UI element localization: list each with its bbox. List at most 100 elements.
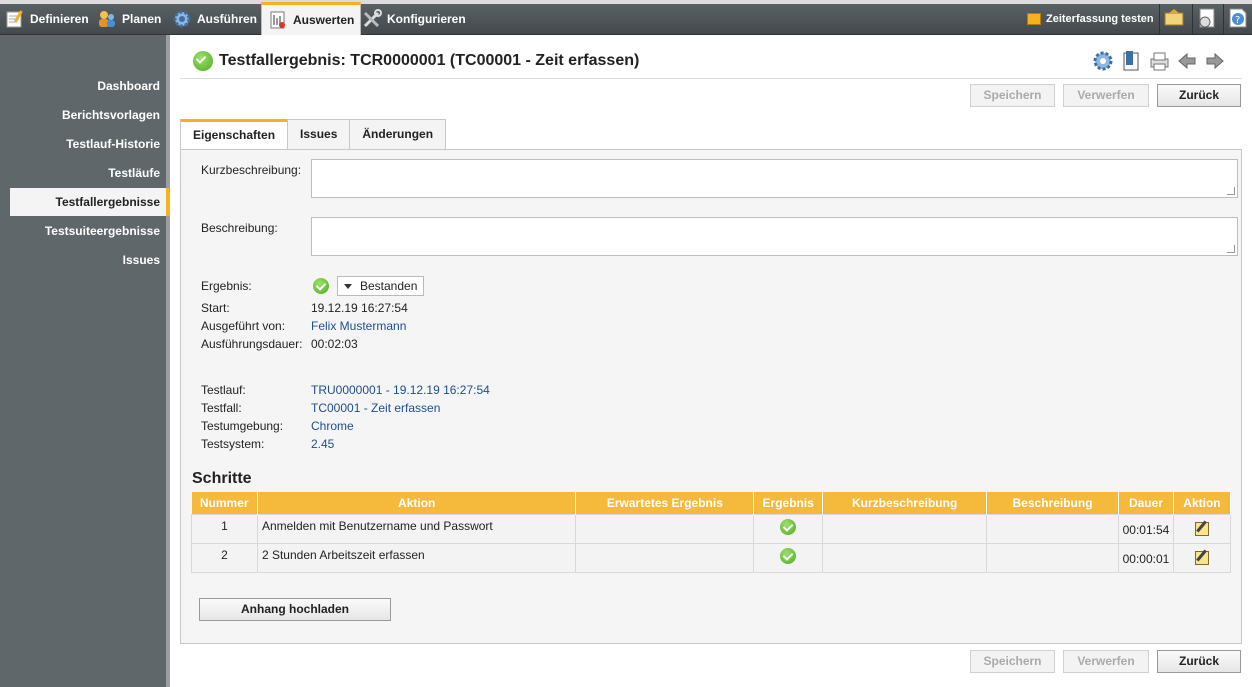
table-header-row: Nummer Aktion Erwartetes Ergebnis Ergebn… (191, 492, 1232, 514)
step-duration: 00:01:54 (1117, 513, 1174, 544)
sidebar-item-testlaeufe[interactable]: Testläufe (10, 159, 166, 187)
arrow-left-icon[interactable] (1176, 50, 1198, 72)
clipboard-icon[interactable] (1120, 50, 1142, 72)
step-number: 1 (191, 513, 258, 544)
resize-handle[interactable] (1227, 245, 1235, 253)
divider (1159, 4, 1160, 34)
tab-issues[interactable]: Issues (287, 119, 351, 149)
edit-icon[interactable] (1194, 550, 1209, 565)
passed-icon (313, 278, 329, 294)
testfall-label: Testfall: (201, 401, 242, 415)
nav-definieren[interactable]: Definieren (5, 4, 89, 34)
nav-planen[interactable]: Planen (97, 4, 161, 34)
step-description (986, 513, 1119, 544)
table-row[interactable]: 2 2 Stunden Arbeitszeit erfassen 00:00:0… (191, 542, 1232, 573)
divider (1192, 4, 1193, 34)
step-duration: 00:00:01 (1117, 542, 1174, 573)
step-number: 2 (191, 542, 258, 573)
discard-button-top[interactable]: Verwerfen (1063, 84, 1149, 107)
column-header[interactable]: Aktion (257, 492, 577, 514)
column-header[interactable]: Aktion (1173, 492, 1232, 514)
ausgefuehrt-link[interactable]: Felix Mustermann (311, 319, 406, 333)
sidebar-item-issues[interactable]: Issues (10, 246, 166, 274)
save-button-bottom[interactable]: Speichern (970, 650, 1055, 673)
sidebar-item-testfallergebnisse[interactable]: Testfallergebnisse (10, 188, 170, 216)
column-header[interactable]: Beschreibung (986, 492, 1119, 514)
column-header[interactable]: Nummer (191, 492, 258, 514)
map-icon (1163, 7, 1185, 32)
steps-table: Nummer Aktion Erwartetes Ergebnis Ergebn… (191, 492, 1232, 573)
resize-handle[interactable] (1227, 187, 1235, 195)
sidebar-item-dashboard[interactable]: Dashboard (10, 72, 166, 100)
report-icon (268, 10, 288, 30)
testfall-link[interactable]: TC00001 - Zeit erfassen (311, 401, 440, 415)
project-icon (1027, 13, 1041, 25)
passed-icon (780, 547, 797, 564)
column-header[interactable]: Dauer (1118, 492, 1174, 514)
step-short-desc (822, 513, 988, 544)
sidebar-item-testsuiteergebnisse[interactable]: Testsuiteergebnisse (10, 217, 166, 245)
kurzbeschreibung-field[interactable] (311, 159, 1238, 198)
sidebar-item-berichtsvorlagen[interactable]: Berichtsvorlagen (10, 101, 166, 129)
passed-icon (780, 518, 797, 535)
kurzbeschreibung-label: Kurzbeschreibung: (201, 163, 302, 177)
edit-icon[interactable] (1194, 521, 1209, 536)
help-icon: ? (1227, 7, 1249, 32)
step-short-desc (822, 542, 988, 573)
testsystem-label: Testsystem: (201, 437, 265, 451)
nav-planen-label: Planen (122, 12, 162, 26)
help-button[interactable]: ? (1227, 4, 1249, 34)
people-icon (97, 9, 117, 29)
nav-auswerten[interactable]: Auswerten (261, 2, 362, 35)
start-label: Start: (201, 301, 230, 315)
back-button-top[interactable]: Zurück (1157, 84, 1241, 107)
sidebar-item-label: Issues (122, 253, 160, 267)
tab-eigenschaften[interactable]: Eigenschaften (180, 119, 289, 150)
tab-aenderungen[interactable]: Änderungen (349, 119, 447, 149)
step-expected (575, 513, 755, 544)
discard-button-bottom[interactable]: Verwerfen (1063, 650, 1149, 673)
column-header[interactable]: Kurzbeschreibung (822, 492, 988, 514)
testsystem-link[interactable]: 2.45 (311, 437, 334, 451)
sidebar-item-label: Dashboard (97, 79, 160, 93)
testumgebung-link[interactable]: Chrome (311, 419, 354, 433)
step-expected (575, 542, 755, 573)
ergebnis-select-value: Bestanden (360, 279, 418, 293)
svg-text:?: ? (1235, 15, 1240, 26)
table-row[interactable]: 1 Anmelden mit Benutzername und Passwort… (191, 513, 1232, 544)
chevron-down-icon (344, 283, 352, 289)
sidebar-item-label: Testfallergebnisse (55, 195, 160, 209)
zeiterfassung-button[interactable]: Zeiterfassung testen (1027, 4, 1154, 34)
sidebar-item-label: Berichtsvorlagen (61, 108, 160, 122)
top-navigation-bar: Definieren Planen Ausführen Auswerten Ko… (0, 0, 1252, 35)
ergebnis-label: Ergebnis: (201, 279, 252, 293)
column-header[interactable]: Ergebnis (753, 492, 824, 514)
ergebnis-select[interactable]: Bestanden (337, 276, 424, 296)
nav-definieren-label: Definieren (30, 12, 89, 26)
map-button[interactable] (1163, 4, 1185, 34)
dauer-label: Ausführungsdauer: (201, 337, 303, 351)
column-header[interactable]: Erwartetes Ergebnis (575, 492, 755, 514)
nav-konfigurieren[interactable]: Konfigurieren (362, 4, 466, 34)
sidebar-item-testlauf-historie[interactable]: Testlauf-Historie (10, 130, 166, 158)
step-action: Anmelden mit Benutzername und Passwort (256, 513, 577, 544)
page-title-text: Testfallergebnis: TCR0000001 (TC00001 - … (219, 52, 640, 69)
beschreibung-label: Beschreibung: (201, 221, 278, 235)
nav-ausfuehren[interactable]: Ausführen (172, 4, 257, 34)
gear-icon (172, 9, 192, 29)
document-button[interactable] (1197, 4, 1219, 34)
testumgebung-label: Testumgebung: (201, 419, 284, 433)
tools-icon (362, 9, 382, 29)
save-button-top[interactable]: Speichern (970, 84, 1055, 107)
nav-auswerten-label: Auswerten (293, 13, 355, 27)
sidebar-item-label: Testläufe (108, 166, 160, 180)
testlauf-link[interactable]: TRU0000001 - 19.12.19 16:27:54 (311, 383, 490, 397)
arrow-right-icon[interactable] (1204, 50, 1226, 72)
settings-gear-icon[interactable] (1092, 50, 1114, 72)
print-icon[interactable] (1148, 50, 1170, 72)
back-button-bottom[interactable]: Zurück (1157, 650, 1241, 673)
upload-attachment-button[interactable]: Anhang hochladen (199, 598, 391, 621)
title-divider (180, 78, 1242, 79)
step-description (986, 542, 1119, 573)
beschreibung-field[interactable] (311, 217, 1238, 256)
